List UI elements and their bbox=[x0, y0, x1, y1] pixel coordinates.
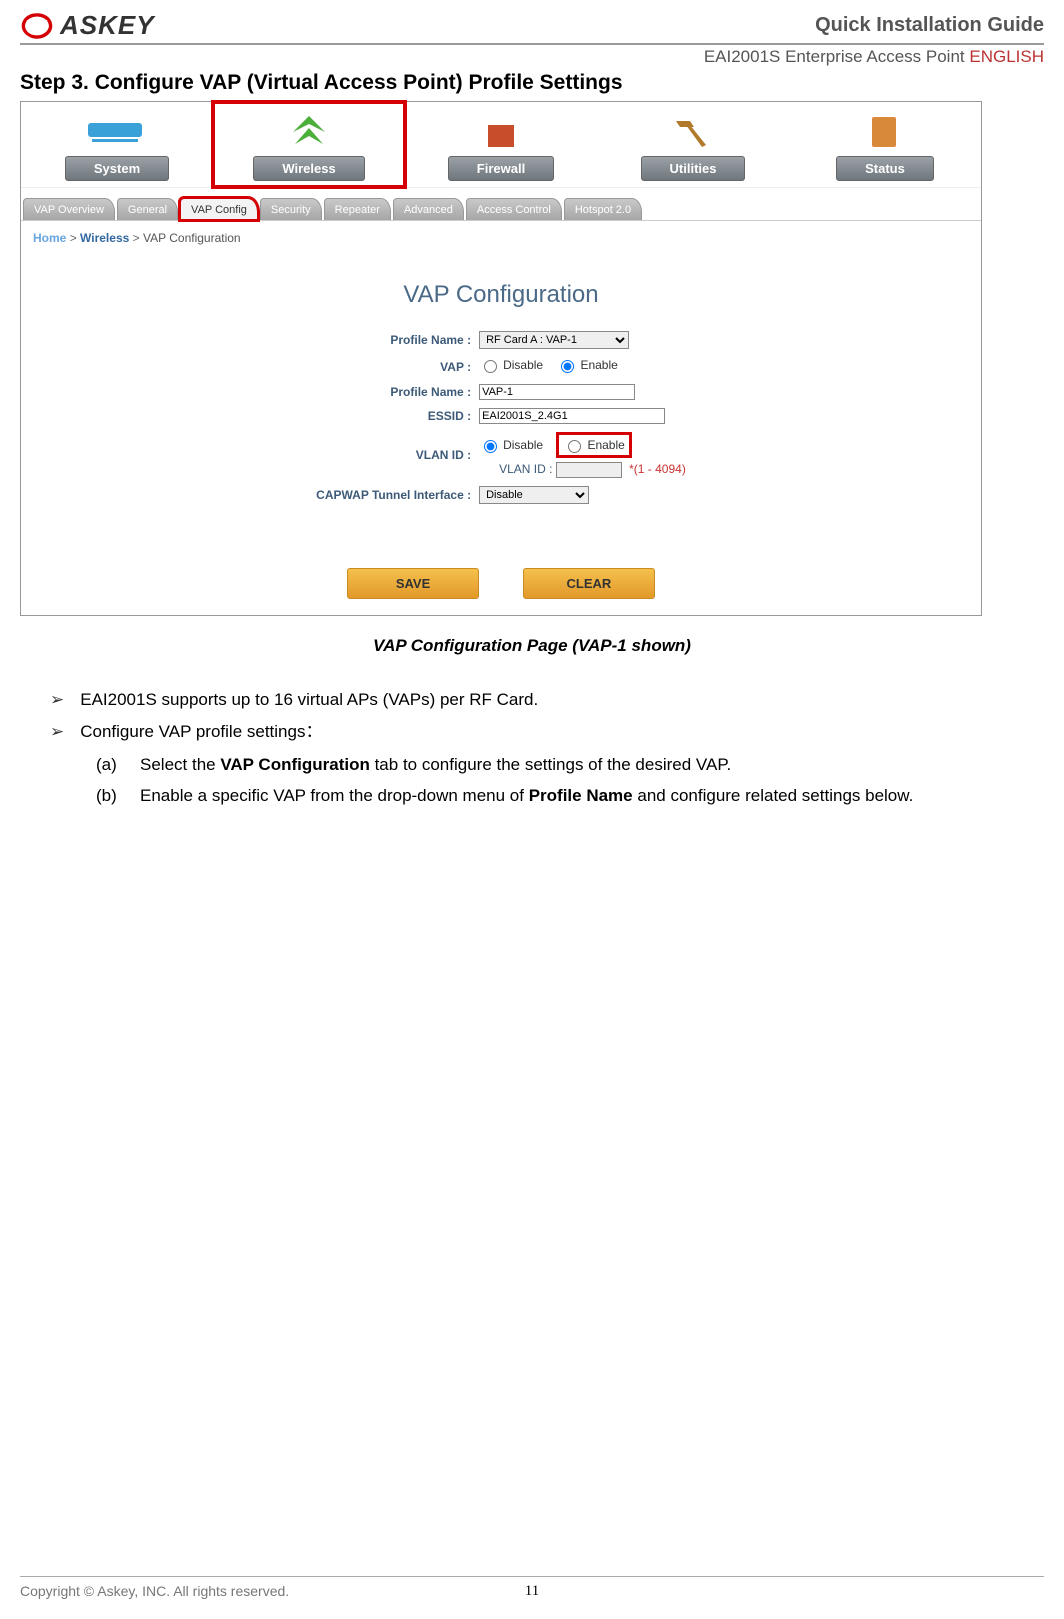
vlan-hint: *(1 - 4094) bbox=[629, 462, 686, 476]
nav-utilities-label: Utilities bbox=[641, 156, 746, 181]
nav-firewall[interactable]: Firewall bbox=[405, 102, 597, 187]
profile-name-input[interactable] bbox=[479, 384, 635, 400]
firewall-icon bbox=[409, 112, 593, 152]
save-button[interactable]: SAVE bbox=[347, 568, 479, 599]
vap-form: Profile Name : RF Card A : VAP-1 VAP : D… bbox=[316, 327, 686, 508]
bullet-2: Configure VAP profile settings： bbox=[80, 716, 322, 748]
brand-name: ASKEY bbox=[60, 10, 155, 41]
subtab-overview[interactable]: VAP Overview bbox=[23, 198, 115, 220]
bc-home[interactable]: Home bbox=[33, 231, 66, 245]
vap-enable-option[interactable]: Enable bbox=[556, 357, 617, 373]
vlan-id-input[interactable] bbox=[556, 462, 622, 478]
bc-page: VAP Configuration bbox=[143, 231, 241, 245]
screenshot-caption: VAP Configuration Page (VAP-1 shown) bbox=[20, 636, 1044, 656]
step-title: Step 3. Configure VAP (Virtual Access Po… bbox=[20, 71, 1044, 95]
vap-disable-option[interactable]: Disable bbox=[479, 357, 543, 373]
sub-a-text: Select the VAP Configuration tab to conf… bbox=[140, 749, 731, 780]
footer-page-number: 11 bbox=[525, 1583, 539, 1600]
clear-button[interactable]: CLEAR bbox=[523, 568, 655, 599]
label-capwap: CAPWAP Tunnel Interface : bbox=[316, 482, 479, 508]
label-profile-name: Profile Name : bbox=[316, 380, 479, 404]
sub-a-letter: (a) bbox=[96, 749, 126, 780]
bullet-icon: ➢ bbox=[50, 716, 64, 748]
product-name: EAI2001S Enterprise Access Point bbox=[704, 47, 965, 66]
logo-icon bbox=[20, 11, 54, 41]
nav-status-label: Status bbox=[836, 156, 934, 181]
nav-system-label: System bbox=[65, 156, 169, 181]
nav-firewall-label: Firewall bbox=[448, 156, 554, 181]
product-language: ENGLISH bbox=[969, 47, 1044, 66]
breadcrumb: Home > Wireless > VAP Configuration bbox=[21, 221, 981, 261]
label-vlan-sub: VLAN ID : bbox=[499, 462, 552, 476]
subtab-vapconfig[interactable]: VAP Config bbox=[180, 198, 258, 220]
sub-b-text: Enable a specific VAP from the drop-down… bbox=[140, 780, 913, 811]
subtab-advanced[interactable]: Advanced bbox=[393, 198, 464, 220]
wireless-icon bbox=[217, 112, 401, 152]
subtab-accesscontrol[interactable]: Access Control bbox=[466, 198, 562, 220]
bullet-1: EAI2001S supports up to 16 virtual APs (… bbox=[80, 684, 538, 716]
nav-utilities[interactable]: Utilities bbox=[597, 102, 789, 187]
capwap-select[interactable]: Disable bbox=[479, 486, 589, 504]
essid-input[interactable] bbox=[479, 408, 665, 424]
subtab-repeater[interactable]: Repeater bbox=[324, 198, 391, 220]
nav-wireless[interactable]: Wireless bbox=[213, 102, 405, 187]
screenshot-panel: System Wireless Firewall Utilities bbox=[20, 101, 982, 616]
system-icon bbox=[25, 112, 209, 152]
subtab-general[interactable]: General bbox=[117, 198, 178, 220]
sub-b-letter: (b) bbox=[96, 780, 126, 811]
guide-title: Quick Installation Guide bbox=[815, 14, 1044, 37]
vlan-enable-highlight: Enable bbox=[556, 432, 631, 458]
nav-wireless-label: Wireless bbox=[253, 156, 364, 181]
panel-title: VAP Configuration bbox=[21, 281, 981, 309]
nav-system[interactable]: System bbox=[21, 102, 213, 187]
status-icon bbox=[793, 112, 977, 152]
page-footer: Copyright © Askey, INC. All rights reser… bbox=[20, 1576, 1044, 1599]
vlan-disable-option[interactable]: Disable bbox=[479, 437, 543, 453]
subtab-bar: VAP Overview General VAP Config Security… bbox=[21, 192, 981, 221]
label-essid: ESSID : bbox=[316, 404, 479, 428]
bullet-icon: ➢ bbox=[50, 684, 64, 716]
product-subtitle: EAI2001S Enterprise Access Point ENGLISH bbox=[20, 47, 1044, 67]
label-vlanid: VLAN ID : bbox=[316, 428, 479, 482]
subtab-security[interactable]: Security bbox=[260, 198, 322, 220]
nav-status[interactable]: Status bbox=[789, 102, 981, 187]
subtab-hotspot[interactable]: Hotspot 2.0 bbox=[564, 198, 642, 220]
bc-section[interactable]: Wireless bbox=[80, 231, 129, 245]
brand-logo: ASKEY bbox=[20, 10, 155, 41]
utilities-icon bbox=[601, 112, 785, 152]
profile-select[interactable]: RF Card A : VAP-1 bbox=[479, 331, 629, 349]
vlan-enable-option[interactable]: Enable bbox=[563, 437, 624, 453]
main-nav: System Wireless Firewall Utilities bbox=[21, 102, 981, 188]
label-vap: VAP : bbox=[316, 353, 479, 380]
label-profile-select: Profile Name : bbox=[316, 327, 479, 353]
